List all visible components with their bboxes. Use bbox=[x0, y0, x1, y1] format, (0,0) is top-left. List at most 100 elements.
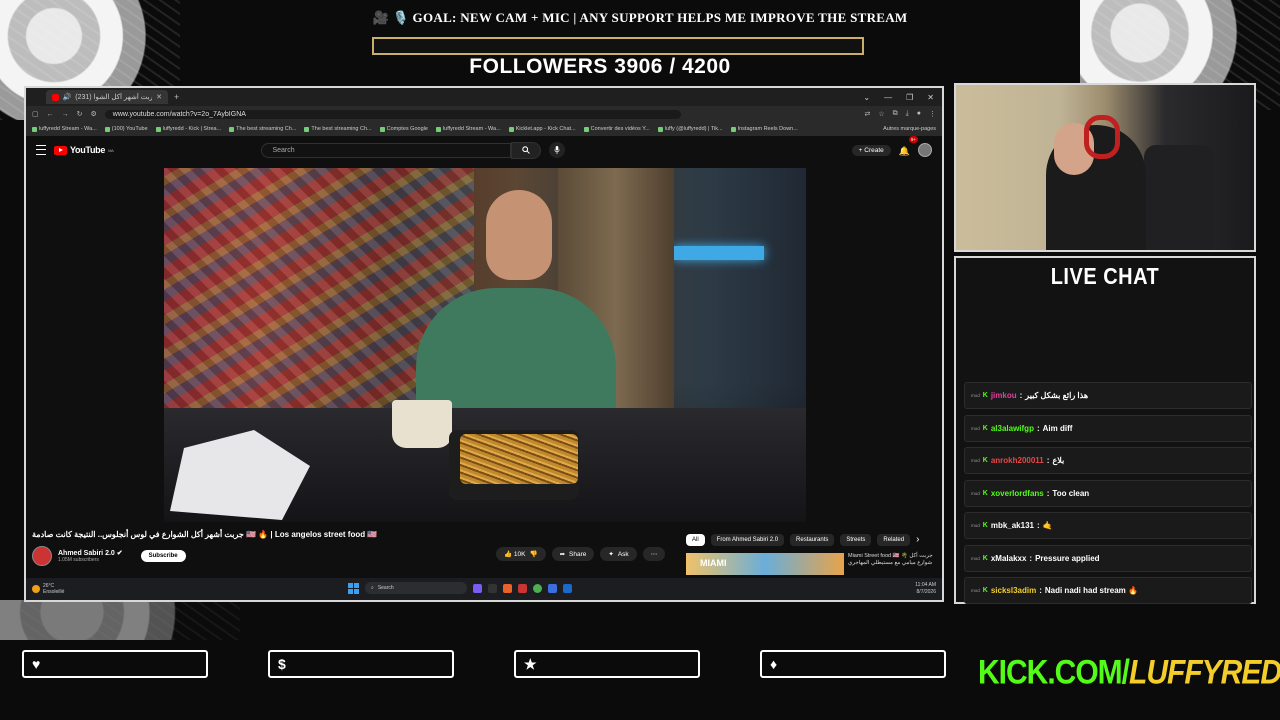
tab-strip: 🔊 (231) جربت أشهر أكل الشوا ✕ + ⌄ — ❐ ✕ bbox=[26, 88, 942, 106]
hamburger-menu-icon[interactable] bbox=[36, 145, 46, 155]
address-bar: ▢ ← → ↻ ⚙ www.youtube.com/watch?v=2o_7Ay… bbox=[26, 106, 942, 122]
forward-icon[interactable]: → bbox=[62, 111, 69, 118]
copilot-icon[interactable] bbox=[473, 583, 482, 593]
url-field[interactable]: www.youtube.com/watch?v=2o_7AybIGNA bbox=[104, 109, 681, 119]
chip-from-ahmed-sabiri-2-0[interactable]: From Ahmed Sabiri 2.0 bbox=[710, 534, 785, 546]
chat-message: mod Kal3alawifgp : Aim diff bbox=[964, 414, 1252, 442]
like-dislike-group: 👍 10K 👎 bbox=[496, 547, 546, 561]
browser-tab[interactable]: 🔊 (231) جربت أشهر أكل الشوا ✕ bbox=[46, 90, 168, 104]
task-view-icon[interactable] bbox=[488, 583, 497, 593]
kick-badge-icon: K bbox=[982, 424, 988, 432]
search-input[interactable]: Search bbox=[261, 142, 512, 158]
bookmark-star-icon[interactable]: ☆ bbox=[878, 110, 884, 118]
subscribe-button[interactable]: Subscribe bbox=[140, 550, 186, 562]
chat-username[interactable]: xoverlordfans bbox=[991, 489, 1044, 498]
chat-username[interactable]: xMalakxx bbox=[991, 554, 1027, 563]
bookmark-favicon-icon bbox=[583, 126, 589, 132]
dislike-button[interactable]: 👎 bbox=[529, 550, 537, 558]
taskbar-center: ⌕ Search bbox=[348, 582, 572, 594]
chip-streets[interactable]: Streets bbox=[840, 534, 872, 546]
site-info-icon[interactable]: ⚙ bbox=[91, 110, 97, 118]
bookmark-item[interactable]: Comptes Google bbox=[379, 126, 428, 132]
translate-icon[interactable]: ⇄ bbox=[865, 110, 871, 118]
bookmark-favicon-icon bbox=[104, 126, 110, 132]
chrome-icon[interactable] bbox=[533, 583, 542, 593]
close-tab-icon[interactable]: ✕ bbox=[156, 93, 162, 101]
address-icons: ⇄ ☆ ⧉ ⤓ ● ⋮ bbox=[865, 110, 937, 118]
recommended-thumbnail[interactable]: MIAMI bbox=[686, 553, 844, 575]
country-code: MA bbox=[108, 147, 114, 153]
chat-username[interactable]: jimkou bbox=[991, 391, 1017, 400]
bookmark-item[interactable]: (100) YouTube bbox=[104, 126, 148, 132]
steam-icon[interactable] bbox=[563, 583, 572, 593]
share-button[interactable]: ➦ Share bbox=[551, 547, 595, 561]
bookmark-item[interactable]: luffyredd - Kick | Strea... bbox=[155, 126, 221, 132]
menu-icon[interactable]: ⋮ bbox=[929, 110, 936, 118]
other-bookmarks[interactable]: Autres marque-pages bbox=[883, 126, 936, 132]
windows-start-icon[interactable] bbox=[348, 582, 359, 594]
bookmark-item[interactable]: The best streaming Ch... bbox=[304, 126, 372, 132]
like-button[interactable]: 👍 10K bbox=[504, 550, 525, 558]
social-box-diamond: ♦ bbox=[760, 650, 946, 678]
firefox-icon[interactable] bbox=[503, 583, 512, 593]
thumbs-up-icon: 👍 bbox=[504, 551, 513, 558]
close-window-icon[interactable]: ✕ bbox=[927, 93, 934, 102]
video-player[interactable] bbox=[164, 168, 806, 522]
channel-avatar[interactable] bbox=[32, 546, 52, 566]
chip-restaurants[interactable]: Restaurants bbox=[790, 534, 835, 546]
heart-icon: ♥ bbox=[32, 656, 41, 672]
voice-search-button[interactable] bbox=[549, 142, 566, 158]
bookmark-item[interactable]: luffy (@luffyredd) | Tik... bbox=[657, 126, 723, 132]
chat-username[interactable]: al3alawifgp bbox=[991, 424, 1034, 433]
taskbar-search[interactable]: ⌕ Search bbox=[365, 582, 467, 594]
download-icon[interactable]: ⤓ bbox=[906, 110, 909, 118]
bookmark-item[interactable]: Convertir des vidéos Y... bbox=[583, 126, 650, 132]
explorer-icon[interactable] bbox=[548, 583, 557, 593]
channel-name[interactable]: Ahmed Sabiri 2.0 ✔ bbox=[58, 549, 123, 557]
profile-icon[interactable]: ● bbox=[917, 110, 921, 118]
search-button[interactable] bbox=[511, 141, 542, 159]
chat-username[interactable]: mbk_ak131 bbox=[991, 521, 1034, 530]
weather-condition: Ensoleillé bbox=[43, 589, 65, 595]
clock[interactable]: 11:04 AM 8/7/2026 bbox=[915, 582, 942, 597]
chat-username[interactable]: anrokh200011 bbox=[991, 456, 1044, 465]
account-avatar[interactable] bbox=[918, 143, 932, 157]
weather-widget[interactable]: 26°C Ensoleillé bbox=[32, 583, 64, 595]
bookmark-item[interactable]: Instagram Reels Down... bbox=[730, 126, 798, 132]
chip-related[interactable]: Related bbox=[877, 534, 911, 546]
chevron-down-icon[interactable]: ⌄ bbox=[863, 93, 870, 102]
reload-icon[interactable]: ↻ bbox=[77, 110, 83, 118]
bookmark-item[interactable]: luffyredd Stream - Wa... bbox=[435, 126, 501, 132]
kick-username: LUFFYREDD bbox=[1129, 653, 1280, 692]
bookmark-item[interactable]: Kicklet.app - Kick Chat... bbox=[508, 126, 576, 132]
extensions-icon[interactable]: ⧉ bbox=[893, 110, 898, 118]
headset bbox=[1084, 115, 1120, 159]
bookmark-item[interactable]: The best streaming Ch... bbox=[229, 126, 296, 132]
notifications-button[interactable]: 🔔 9+ bbox=[899, 136, 918, 159]
thumbnail-text: MIAMI bbox=[700, 558, 727, 568]
mod-badge-icon: mod bbox=[971, 458, 980, 463]
social-box-heart: ♥ bbox=[22, 650, 208, 678]
recommended-title[interactable]: Miami Street food 🇺🇸 🌴 جربت أكل شوارع مي… bbox=[848, 553, 934, 567]
kick-badge-icon: K bbox=[982, 457, 988, 464]
goal-text: 🎥 🎙️ GOAL: NEW CAM + MIC | ANY SUPPORT H… bbox=[372, 10, 908, 25]
header-actions: + Create 🔔 9+ bbox=[851, 136, 932, 159]
app-icon[interactable] bbox=[518, 583, 527, 593]
bookmark-item[interactable]: luffyredd Stream - Wa... bbox=[32, 126, 97, 132]
chevron-right-icon[interactable]: › bbox=[916, 534, 919, 546]
sidebar-icon[interactable]: ▢ bbox=[32, 110, 39, 118]
chat-message: mod Ksicksl3adim : Nadi nadi had stream 🔥 bbox=[964, 577, 1252, 604]
chat-username[interactable]: sicksl3adim bbox=[991, 586, 1036, 595]
chip-all[interactable]: All bbox=[686, 534, 705, 546]
youtube-header: YouTube MA Search + Create 🔔 9+ bbox=[26, 136, 942, 164]
youtube-logo[interactable]: YouTube MA bbox=[54, 145, 114, 155]
maximize-icon[interactable]: ❐ bbox=[906, 93, 913, 102]
ask-button[interactable]: ✦ Ask bbox=[600, 547, 637, 561]
back-icon[interactable]: ← bbox=[47, 111, 54, 118]
new-tab-button[interactable]: + bbox=[174, 92, 179, 102]
more-actions-button[interactable]: ⋯ bbox=[642, 547, 666, 561]
minimize-icon[interactable]: — bbox=[884, 93, 892, 102]
bookmark-favicon-icon bbox=[508, 126, 514, 132]
mod-badge-icon: mod bbox=[971, 588, 980, 593]
create-button[interactable]: + Create bbox=[851, 144, 891, 156]
